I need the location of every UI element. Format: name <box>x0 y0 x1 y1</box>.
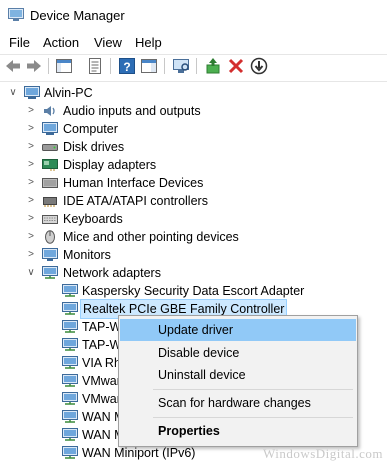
category-label: IDE ATA/ATAPI controllers <box>63 194 208 208</box>
category-label: Keyboards <box>63 212 123 226</box>
expand-chevron-icon[interactable]: > <box>26 174 36 192</box>
help-icon[interactable]: ? <box>118 57 136 75</box>
properties-menu-item[interactable]: Properties <box>120 420 356 442</box>
tree-root[interactable]: ∨ Alvin-PC <box>0 84 387 102</box>
expand-chevron-icon[interactable]: > <box>26 228 36 246</box>
expand-chevron-icon[interactable]: > <box>26 192 36 210</box>
toolbar-separator <box>196 58 197 74</box>
mouse-icon <box>42 230 58 244</box>
expand-chevron-icon[interactable]: > <box>26 210 36 228</box>
toolbar-separator <box>48 58 49 74</box>
category-label: Audio inputs and outputs <box>63 104 201 118</box>
tree-category[interactable]: > Human Interface Devices <box>0 174 387 192</box>
collapse-chevron-icon[interactable]: ∨ <box>26 264 36 282</box>
menu-file[interactable]: File <box>9 35 30 50</box>
menu-item-label: Scan for hardware changes <box>158 396 311 410</box>
speaker-icon <box>42 104 58 118</box>
category-label: Disk drives <box>63 140 125 154</box>
expand-chevron-icon[interactable]: > <box>26 138 36 156</box>
disk-drive-icon <box>42 140 58 154</box>
scan-hardware-menu-item[interactable]: Scan for hardware changes <box>120 392 356 414</box>
tree-category[interactable]: > Mice and other pointing devices <box>0 228 387 246</box>
disable-device-menu-item[interactable]: Disable device <box>120 342 356 364</box>
menu-item-label: Disable device <box>158 346 240 360</box>
ide-controller-icon <box>42 194 58 208</box>
hid-icon <box>42 176 58 190</box>
computer-icon <box>42 122 58 136</box>
action-pane-icon[interactable] <box>140 57 158 75</box>
tree-category[interactable]: > Audio inputs and outputs <box>0 102 387 120</box>
network-adapter-icon <box>62 410 78 424</box>
category-label: Human Interface Devices <box>63 176 204 190</box>
network-adapter-icon <box>62 446 78 460</box>
display-adapter-icon <box>42 158 58 172</box>
update-driver-menu-item[interactable]: Update driver <box>120 319 356 341</box>
update-driver-icon[interactable] <box>204 57 222 75</box>
category-label: Display adapters <box>63 158 157 172</box>
network-adapter-icon <box>42 266 58 280</box>
expand-chevron-icon[interactable]: > <box>26 246 36 264</box>
network-adapter-icon <box>62 428 78 442</box>
category-label: Monitors <box>63 248 111 262</box>
network-adapter-icon <box>62 356 78 370</box>
uninstall-device-menu-item[interactable]: Uninstall device <box>120 364 356 386</box>
expand-chevron-icon[interactable]: > <box>26 156 36 174</box>
tree-category[interactable]: > Display adapters <box>0 156 387 174</box>
show-hide-tree-icon[interactable] <box>55 57 73 75</box>
network-adapter-icon <box>62 392 78 406</box>
network-adapter-icon <box>62 320 78 334</box>
scan-hardware-icon[interactable] <box>172 57 190 75</box>
tree-category[interactable]: > Monitors <box>0 246 387 264</box>
toolbar-separator <box>110 58 111 74</box>
tree-device[interactable]: Kaspersky Security Data Escort Adapter <box>0 282 387 300</box>
network-adapter-icon <box>62 338 78 352</box>
keyboard-icon <box>42 212 58 226</box>
tree-category[interactable]: > IDE ATA/ATAPI controllers <box>0 192 387 210</box>
tree-category[interactable]: > Computer <box>0 120 387 138</box>
toolbar-separator <box>164 58 165 74</box>
menu-item-label: Update driver <box>158 323 234 337</box>
monitor-icon <box>42 248 58 262</box>
svg-text:?: ? <box>123 60 130 74</box>
category-label: Computer <box>63 122 118 136</box>
device-label: Kaspersky Security Data Escort Adapter <box>82 284 305 298</box>
network-adapter-icon <box>62 284 78 298</box>
window-title: Device Manager <box>30 8 125 23</box>
uninstall-icon[interactable] <box>227 57 245 75</box>
category-label: Mice and other pointing devices <box>63 230 239 244</box>
menu-separator <box>153 417 353 418</box>
collapse-chevron-icon[interactable]: ∨ <box>8 84 18 102</box>
properties-icon[interactable] <box>86 57 104 75</box>
device-manager-icon <box>8 8 24 22</box>
network-adapter-icon <box>62 374 78 388</box>
enable-device-icon[interactable] <box>250 57 268 75</box>
watermark: WindowsDigital.com <box>262 446 383 461</box>
computer-icon <box>24 86 40 100</box>
menu-action[interactable]: Action <box>43 35 79 50</box>
category-label: Network adapters <box>63 266 161 280</box>
expand-chevron-icon[interactable]: > <box>26 120 36 138</box>
root-label: Alvin-PC <box>44 86 93 100</box>
menu-item-label: Properties <box>158 424 220 438</box>
menu-view[interactable]: View <box>94 35 122 50</box>
tree-category-network-adapters[interactable]: ∨ Network adapters <box>0 264 387 282</box>
menu-separator <box>153 389 353 390</box>
menu-item-label: Uninstall device <box>158 368 246 382</box>
menu-help[interactable]: Help <box>135 35 162 50</box>
context-menu: Update driver Disable device Uninstall d… <box>118 315 358 447</box>
expand-chevron-icon[interactable]: > <box>26 102 36 120</box>
tree-category[interactable]: > Disk drives <box>0 138 387 156</box>
back-arrow-icon[interactable] <box>4 57 22 75</box>
tree-category[interactable]: > Keyboards <box>0 210 387 228</box>
network-adapter-icon <box>62 302 78 316</box>
forward-arrow-icon[interactable] <box>25 57 43 75</box>
